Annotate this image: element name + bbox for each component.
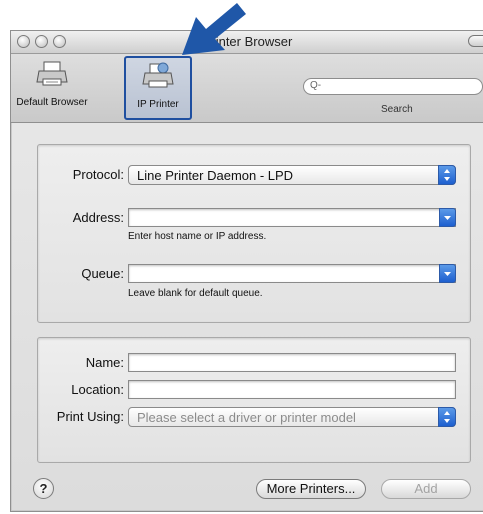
search-input[interactable]: Q-	[303, 78, 483, 95]
popup-arrows-icon	[438, 407, 456, 427]
details-panel: Name: Location: Print Using: Please sele…	[37, 337, 471, 463]
popup-arrows-icon	[438, 165, 456, 185]
queue-dropdown-button[interactable]	[439, 264, 456, 283]
protocol-popup[interactable]: Line Printer Daemon - LPD	[128, 165, 456, 185]
toolbar-default-browser[interactable]: Default Browser	[11, 58, 93, 108]
address-field[interactable]	[128, 208, 456, 227]
search-label: Search	[381, 104, 413, 115]
search-icon: Q-	[310, 80, 322, 91]
printer-browser-window: Printer Browser Default Browser IP Print…	[10, 30, 483, 512]
more-printers-button[interactable]: More Printers...	[256, 479, 366, 499]
address-label: Address:	[72, 210, 124, 225]
ip-printer-icon	[142, 62, 174, 88]
print-using-value: Please select a driver or printer model	[137, 410, 356, 425]
print-using-label: Print Using:	[56, 409, 124, 424]
queue-field[interactable]	[128, 264, 456, 283]
printer-icon	[36, 61, 68, 86]
title-bar: Printer Browser	[11, 31, 483, 54]
location-label: Location:	[71, 382, 124, 397]
toolbar: Default Browser IP Printer Q- Search	[11, 54, 483, 123]
help-button[interactable]: ?	[33, 478, 54, 499]
name-label: Name:	[85, 355, 124, 370]
queue-hint: Leave blank for default queue.	[128, 288, 263, 299]
toolbar-default-browser-label: Default Browser	[16, 97, 88, 108]
address-hint: Enter host name or IP address.	[128, 231, 267, 242]
toolbar-ip-printer-label: IP Printer	[137, 99, 179, 110]
toolbar-ip-printer[interactable]: IP Printer	[124, 56, 192, 120]
print-using-popup[interactable]: Please select a driver or printer model	[128, 407, 456, 427]
protocol-label: Protocol:	[72, 167, 124, 182]
queue-label: Queue:	[81, 266, 124, 281]
add-button[interactable]: Add	[381, 479, 471, 499]
name-field[interactable]	[128, 353, 456, 372]
toolbar-toggle-button[interactable]	[468, 35, 483, 47]
protocol-value: Line Printer Daemon - LPD	[137, 168, 294, 183]
window-title: Printer Browser	[202, 34, 293, 49]
connection-panel: Protocol: Line Printer Daemon - LPD Addr…	[37, 144, 471, 323]
address-dropdown-button[interactable]	[439, 208, 456, 227]
location-field[interactable]	[128, 380, 456, 399]
